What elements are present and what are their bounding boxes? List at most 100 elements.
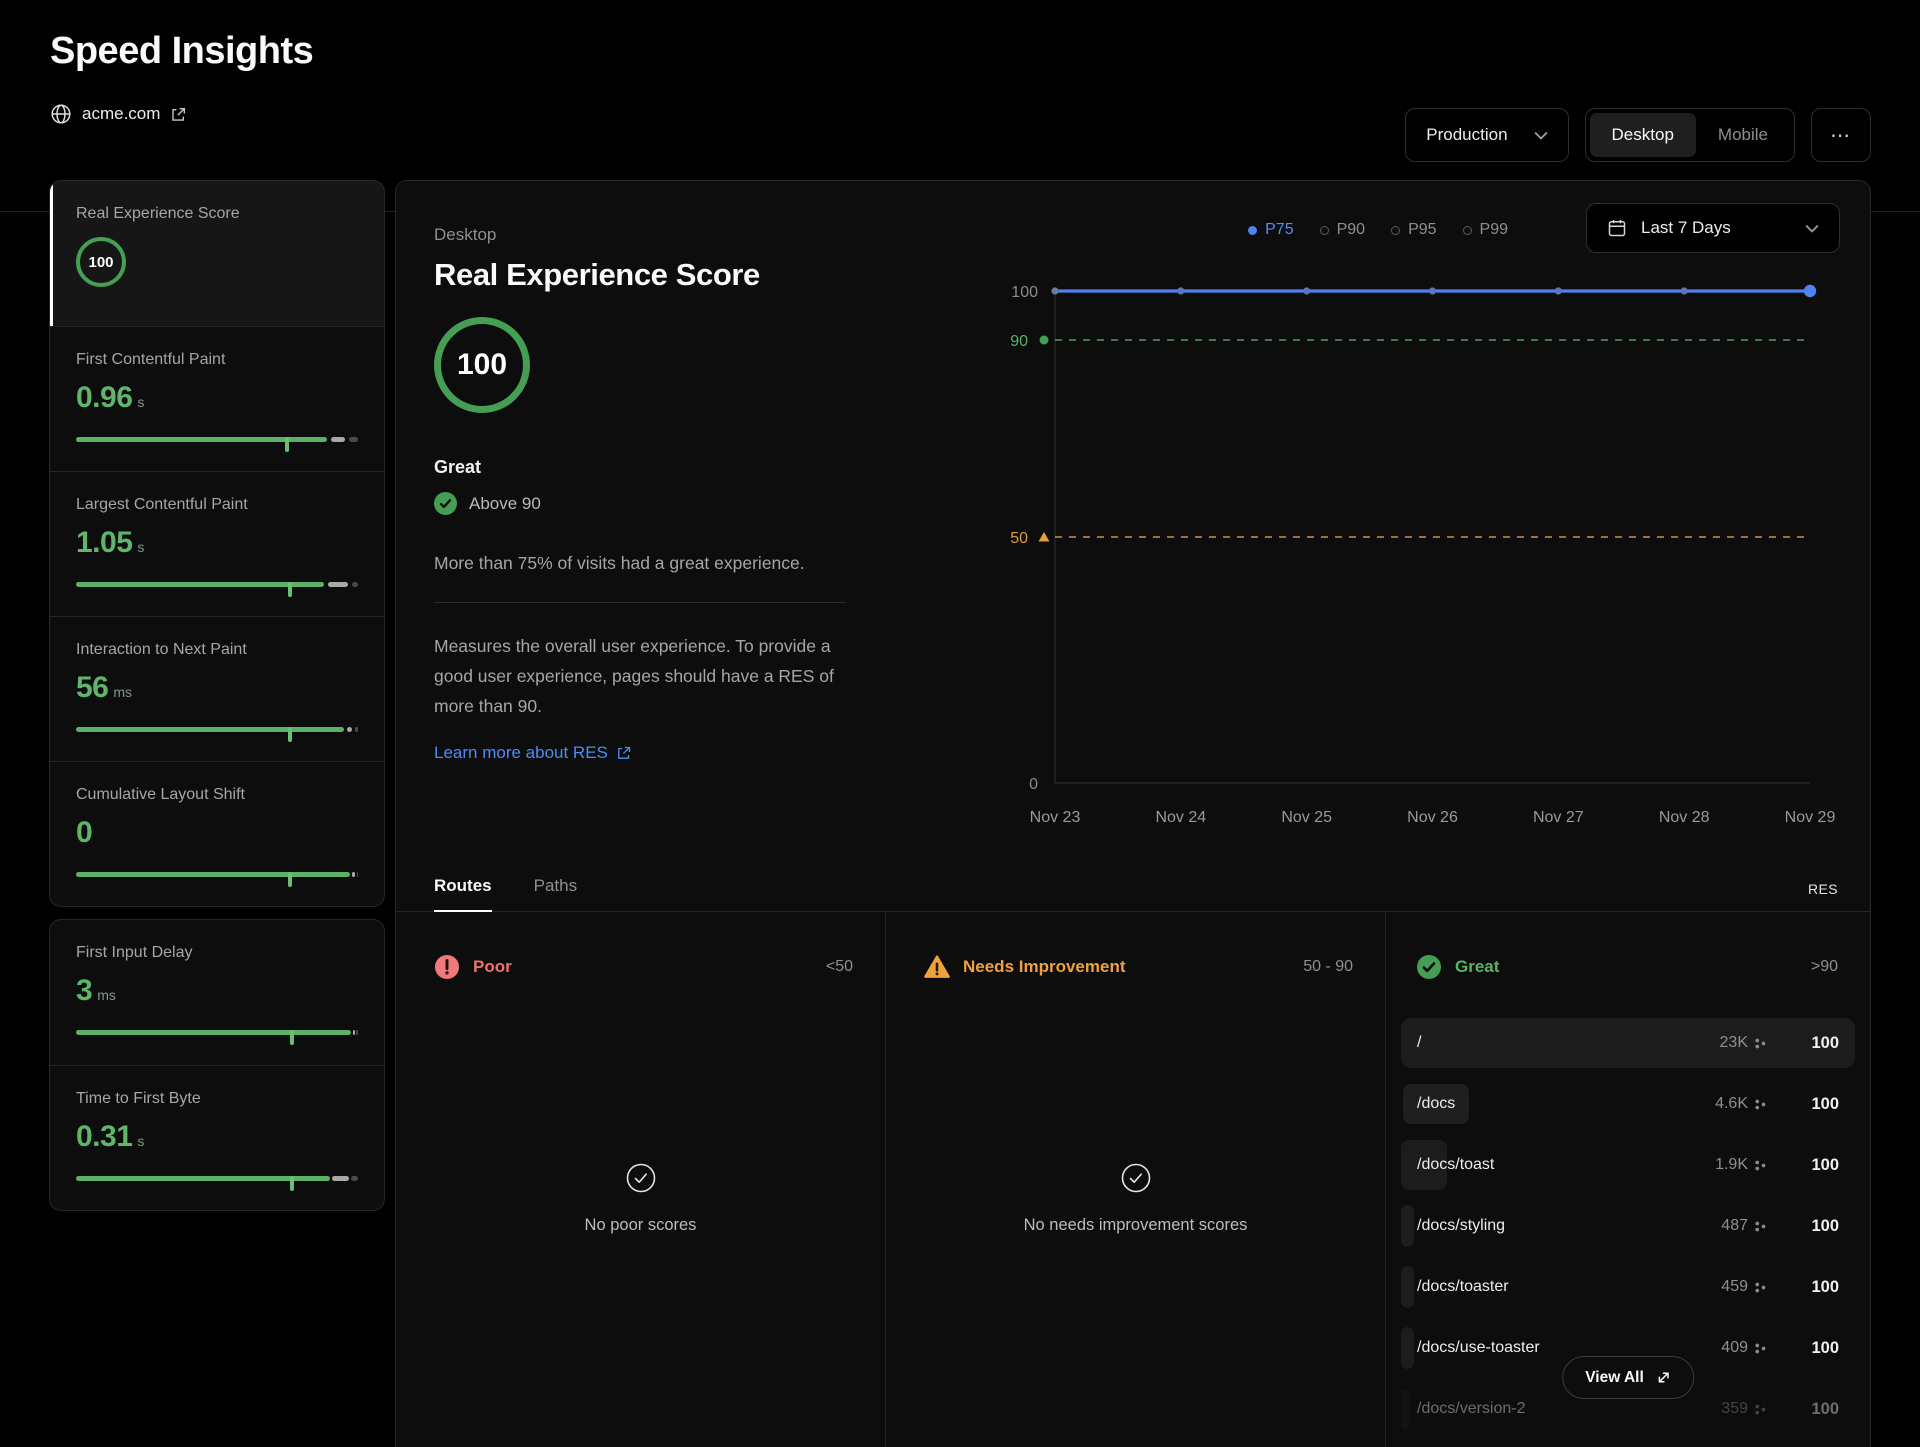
datapoints-icon	[1754, 1159, 1767, 1172]
metric-distribution-bar	[76, 1030, 358, 1035]
legend-label: P90	[1337, 221, 1365, 239]
device-desktop-button[interactable]: Desktop	[1590, 113, 1696, 157]
metric-unit: ms	[97, 987, 116, 1003]
metric-label: Interaction to Next Paint	[76, 641, 358, 659]
route-visits: 4.6K	[1715, 1095, 1748, 1113]
metric-value: 0.96	[76, 381, 132, 415]
metric-value: 3	[76, 974, 92, 1008]
tab-paths[interactable]: Paths	[534, 876, 577, 911]
legacy-metrics-group: First Input Delay 3ms Time to First Byte…	[49, 919, 385, 1211]
view-all-button[interactable]: View All	[1562, 1356, 1694, 1399]
calendar-icon	[1607, 218, 1627, 238]
globe-icon	[50, 103, 72, 125]
route-row[interactable]: /docs/toast 1.9K 100	[1401, 1140, 1855, 1190]
empty-text: No needs improvement scores	[1024, 1216, 1248, 1235]
route-score: 100	[1767, 1034, 1839, 1053]
metric-card-first-contentful-paint[interactable]: First Contentful Paint 0.96 s	[50, 326, 384, 471]
legend-p99[interactable]: P99	[1463, 221, 1508, 239]
route-name: /docs/use-toaster	[1417, 1339, 1540, 1357]
chevron-down-icon	[1534, 131, 1548, 140]
legend-dot-filled	[1248, 226, 1257, 235]
external-link-icon	[170, 106, 187, 123]
route-row[interactable]: /docs/toaster 459 100	[1401, 1262, 1855, 1312]
check-circle-outline-icon	[625, 1162, 657, 1194]
metric-label: Real Experience Score	[76, 205, 358, 223]
device-label: Desktop	[434, 225, 846, 245]
route-row[interactable]: / 23K 100	[1401, 1018, 1855, 1068]
metric-value: 100	[88, 254, 113, 271]
latest-point	[1804, 285, 1816, 297]
bucket-label: Needs Improvement	[963, 957, 1126, 977]
svg-text:Nov 24: Nov 24	[1155, 809, 1206, 826]
device-mobile-button[interactable]: Mobile	[1696, 113, 1790, 157]
learn-more-label: Learn more about RES	[434, 743, 608, 763]
site-name: acme.com	[82, 104, 160, 124]
datapoints-icon	[1754, 1281, 1767, 1294]
metrics-sidebar: Real Experience Score 100 First Contentf…	[49, 180, 385, 1447]
date-range-value: Last 7 Days	[1641, 218, 1731, 238]
check-circle-outline-icon	[1120, 1162, 1152, 1194]
legend-p95[interactable]: P95	[1391, 221, 1436, 239]
route-name: /docs/version-2	[1417, 1400, 1526, 1418]
date-range-select[interactable]: Last 7 Days	[1586, 203, 1840, 253]
device-toggle: Desktop Mobile	[1585, 108, 1795, 162]
expand-icon	[1656, 1370, 1671, 1385]
environment-value: Production	[1426, 125, 1507, 145]
route-row[interactable]: /docs/styling 487 100	[1401, 1201, 1855, 1251]
svg-text:Nov 25: Nov 25	[1281, 809, 1332, 826]
metric-card-cumulative-layout-shift[interactable]: Cumulative Layout Shift 0	[50, 761, 384, 906]
datapoints-icon	[1754, 1098, 1767, 1111]
percentile-legend: P75 P90 P95 P99	[1248, 221, 1508, 239]
res-line-chart: 100 90 50 0 Nov 23 Nov 24 Nov 25 Nov 26 …	[980, 266, 1840, 846]
check-circle-icon	[1416, 954, 1442, 980]
bucket-label: Poor	[473, 957, 512, 977]
metric-value: 0.31	[76, 1120, 132, 1154]
route-visits: 487	[1721, 1217, 1748, 1235]
legend-p90[interactable]: P90	[1320, 221, 1365, 239]
route-visits: 359	[1721, 1400, 1748, 1418]
learn-more-link[interactable]: Learn more about RES	[434, 743, 632, 763]
datapoints-icon	[1754, 1220, 1767, 1233]
legend-dot	[1391, 226, 1400, 235]
metric-distribution-bar	[76, 1176, 358, 1181]
svg-text:50: 50	[1010, 530, 1028, 547]
rating-label: Great	[434, 457, 846, 478]
legend-dot	[1320, 226, 1329, 235]
metric-card-first-input-delay[interactable]: First Input Delay 3ms	[50, 920, 384, 1065]
route-name: /docs/toast	[1417, 1156, 1494, 1174]
metric-card-largest-contentful-paint[interactable]: Largest Contentful Paint 1.05s	[50, 471, 384, 616]
route-row[interactable]: /docs 4.6K 100	[1401, 1079, 1855, 1129]
ellipsis-icon: ⋯	[1830, 123, 1852, 148]
res-column-label: RES	[1808, 881, 1838, 897]
legend-dot	[1463, 226, 1472, 235]
bucket-great: Great >90 / 23K 100 /docs 4.6K 100	[1386, 912, 1870, 1447]
metric-unit: s	[137, 1133, 144, 1149]
datapoints-icon	[1754, 1342, 1767, 1355]
metric-label: First Contentful Paint	[76, 351, 358, 369]
route-score: 100	[1767, 1095, 1839, 1114]
metric-card-interaction-to-next-paint[interactable]: Interaction to Next Paint 56ms	[50, 616, 384, 761]
metric-card-time-to-first-byte[interactable]: Time to First Byte 0.31s	[50, 1065, 384, 1210]
error-icon	[434, 954, 460, 980]
site-link[interactable]: acme.com	[50, 103, 313, 125]
route-name: /docs	[1403, 1084, 1469, 1124]
environment-select[interactable]: Production	[1405, 108, 1568, 162]
metric-distribution-bar	[76, 582, 358, 587]
bucket-poor: Poor <50 No poor scores	[396, 912, 886, 1447]
check-circle-icon	[434, 492, 457, 515]
svg-text:100: 100	[1011, 284, 1038, 301]
route-score: 100	[1767, 1217, 1839, 1236]
svg-text:Nov 26: Nov 26	[1407, 809, 1458, 826]
route-name: /docs/styling	[1417, 1217, 1505, 1235]
tab-routes[interactable]: Routes	[434, 876, 492, 912]
metric-unit: s	[137, 394, 144, 410]
legend-p75[interactable]: P75	[1248, 221, 1293, 239]
metric-card-real-experience-score[interactable]: Real Experience Score 100	[50, 181, 384, 326]
route-visits: 23K	[1720, 1034, 1748, 1052]
svg-text:0: 0	[1029, 776, 1038, 793]
route-score: 100	[1767, 1400, 1839, 1419]
route-score: 100	[1767, 1278, 1839, 1297]
more-options-button[interactable]: ⋯	[1811, 108, 1871, 162]
metric-detail: Desktop Real Experience Score 100 Great …	[434, 225, 846, 763]
score-ring-large: 100	[434, 317, 530, 413]
